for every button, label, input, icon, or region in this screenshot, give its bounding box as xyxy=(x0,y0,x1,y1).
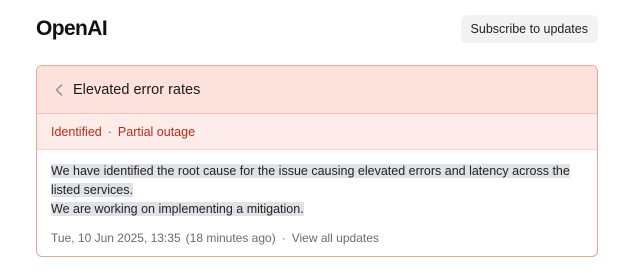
message-line-2: listed services. xyxy=(51,183,133,197)
status-label: Identified xyxy=(51,124,102,139)
incident-title-bar: Elevated error rates xyxy=(37,66,597,114)
openai-logo[interactable]: OpenAI xyxy=(36,17,108,41)
page-header: OpenAI Subscribe to updates xyxy=(36,14,598,44)
meta-separator: · xyxy=(281,231,286,245)
message-line-3: We are working on implementing a mitigat… xyxy=(51,202,304,216)
view-all-updates-link[interactable]: View all updates xyxy=(292,231,379,245)
status-separator: · xyxy=(107,124,112,139)
incident-title: Elevated error rates xyxy=(73,81,201,98)
chevron-left-icon[interactable] xyxy=(53,83,65,97)
incident-message: We have identified the root cause for th… xyxy=(51,162,583,219)
relative-time: (18 minutes ago) xyxy=(185,231,276,245)
incident-status-row: Identified · Partial outage xyxy=(37,114,597,150)
incident-body: We have identified the root cause for th… xyxy=(37,150,597,245)
incident-card: Elevated error rates Identified · Partia… xyxy=(36,65,598,257)
impact-label: Partial outage xyxy=(117,124,196,139)
subscribe-button[interactable]: Subscribe to updates xyxy=(460,15,598,43)
incident-meta: Tue, 10 Jun 2025, 13:35 (18 minutes ago)… xyxy=(51,231,583,245)
message-line-1: We have identified the root cause for th… xyxy=(51,164,570,178)
timestamp: Tue, 10 Jun 2025, 13:35 xyxy=(51,231,181,245)
